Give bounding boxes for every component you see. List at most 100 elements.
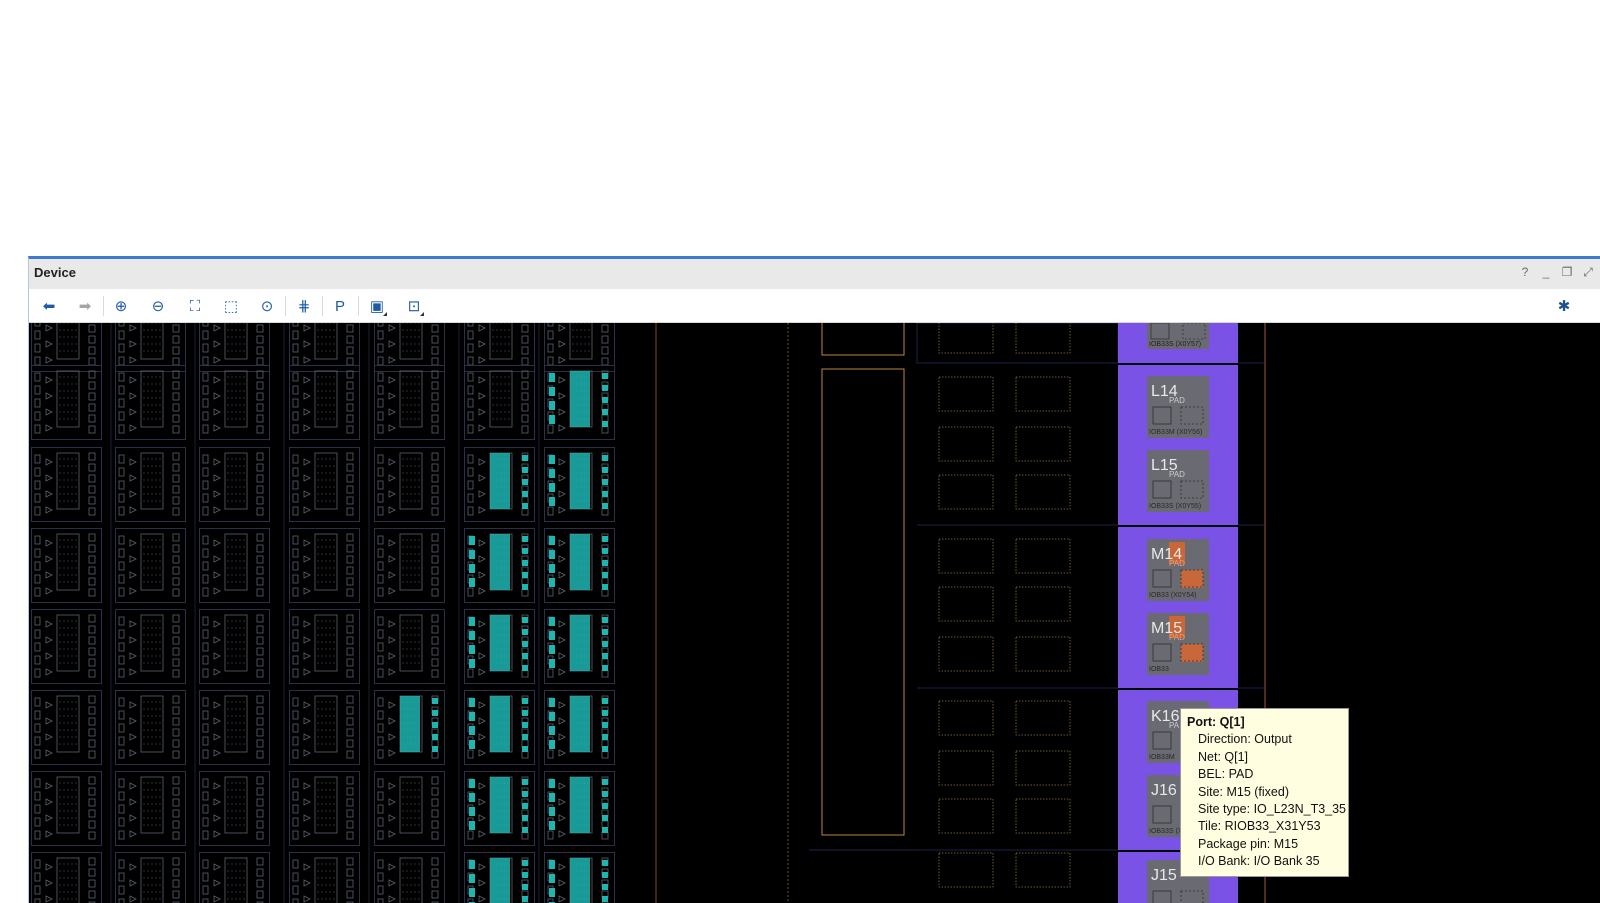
maximize-icon[interactable]: ⤢ <box>1581 265 1595 280</box>
clb-tile <box>200 691 270 765</box>
dsp-slice <box>939 323 993 353</box>
clb-tile <box>375 772 445 846</box>
clb-tile <box>545 323 615 372</box>
io-site-label: IOB33 <box>1149 666 1169 673</box>
io-tile-l15: L15PADIOB33S (X0Y55) <box>1147 450 1209 512</box>
dsp-slice <box>1016 323 1070 353</box>
dsp-slice <box>939 427 993 461</box>
box-select-icon: ▣ <box>370 297 384 315</box>
forward-button[interactable]: ➡ <box>72 294 98 318</box>
create-pblock-button[interactable]: P <box>327 294 353 318</box>
zoom-selected-icon: ⬚ <box>224 297 238 315</box>
clb-tile <box>465 323 535 372</box>
clb-tile <box>290 772 360 846</box>
dsp-slice <box>939 853 993 887</box>
io-site-label: IOB33S (X0Y55) <box>1149 503 1201 510</box>
dsp-slice <box>939 539 993 573</box>
clb-tile <box>32 366 102 440</box>
clb-tile <box>545 366 615 440</box>
restore-icon[interactable]: ❐ <box>1560 265 1574 280</box>
device-canvas[interactable]: IOB33S (X0Y57)L14PADIOB33M (X0Y56)L15PAD… <box>29 323 1600 903</box>
dsp-slice <box>939 475 993 509</box>
clb-tile <box>116 323 186 372</box>
dsp-slice <box>1016 751 1070 785</box>
clb-tile <box>200 772 270 846</box>
help-icon[interactable]: ? <box>1518 265 1532 280</box>
device-view-options-button[interactable]: ▣ <box>364 294 390 318</box>
clb-tile <box>375 323 445 372</box>
toolbar-separator <box>322 296 323 316</box>
clb-tile <box>200 448 270 522</box>
dsp-slice <box>1016 701 1070 735</box>
clb-tile <box>116 610 186 684</box>
zoom-selected-button[interactable]: ⬚ <box>218 294 244 318</box>
io-bel-label: PAD <box>1169 559 1185 568</box>
clb-tile <box>116 691 186 765</box>
tooltip-line: Net: Q[1] <box>1187 749 1342 766</box>
clb-tile <box>116 366 186 440</box>
toolbar-separator <box>285 296 286 316</box>
dsp-slice <box>1016 377 1070 411</box>
gear-icon: ✱ <box>1558 297 1571 315</box>
clb-tile <box>200 323 270 372</box>
clb-tile <box>545 448 615 522</box>
buffer-bel-highlight <box>1181 570 1203 588</box>
clb-tile <box>290 853 360 903</box>
tooltip-line: Site type: IO_L23N_T3_35 <box>1187 801 1342 818</box>
clb-tile <box>375 529 445 603</box>
crosshair-icon: ⊙ <box>261 297 274 315</box>
clb-tile <box>290 448 360 522</box>
toolbar-separator <box>103 296 104 316</box>
zoom-out-button[interactable]: ⊖ <box>145 294 171 318</box>
clb-tile <box>32 448 102 522</box>
clb-tile <box>200 610 270 684</box>
dsp-slice <box>1016 475 1070 509</box>
tooltip-line: I/O Bank: I/O Bank 35 <box>1187 853 1342 870</box>
tooltip-line: Tile: RIOB33_X31Y53 <box>1187 818 1342 835</box>
clb-tile <box>375 691 445 765</box>
clb-tile <box>290 323 360 372</box>
io-pin-label: J16 <box>1151 782 1177 799</box>
clb-tile <box>375 448 445 522</box>
arrow-left-icon: ⬅ <box>43 297 56 315</box>
clb-tile <box>290 691 360 765</box>
zoom-out-icon: ⊖ <box>152 297 165 315</box>
dsp-slice <box>939 701 993 735</box>
dsp-slice <box>1016 539 1070 573</box>
clb-tile <box>545 691 615 765</box>
minimize-icon[interactable]: _ <box>1539 265 1553 280</box>
clb-tile <box>290 610 360 684</box>
dsp-slice <box>1016 799 1070 833</box>
zoom-in-button[interactable]: ⊕ <box>108 294 134 318</box>
clb-tile <box>200 529 270 603</box>
show-connections-button[interactable]: ⊡ <box>401 294 427 318</box>
device-toolbar: ⬅ ➡ ⊕ ⊖ ⛶ ⬚ ⊙ ⋕ P ▣ ⊡ ✱ <box>29 289 1600 323</box>
device-window: Device ?_❐⤢ ⬅➡⊕⊖⛶⬚⊙⋕P▣⊡✱ IOB33S (X0Y57)L… <box>28 256 1600 903</box>
zoom-in-icon: ⊕ <box>115 297 128 315</box>
clb-tile <box>465 448 535 522</box>
io-bank-divider <box>1118 363 1238 365</box>
back-button[interactable]: ⬅ <box>36 294 62 318</box>
dropdown-arrow-icon <box>420 312 424 316</box>
zoom-fit-button[interactable]: ⛶ <box>182 294 208 318</box>
io-bel-label: PAD <box>1169 470 1185 479</box>
routing-resources-button[interactable]: ⋕ <box>291 294 317 318</box>
clb-tile <box>290 366 360 440</box>
clb-tile <box>32 529 102 603</box>
io-bank-divider <box>1118 688 1238 690</box>
clb-tile <box>32 610 102 684</box>
clb-tile <box>116 448 186 522</box>
device-view-svg[interactable]: IOB33S (X0Y57)L14PADIOB33M (X0Y56)L15PAD… <box>29 323 1600 903</box>
dsp-slice <box>1016 853 1070 887</box>
bram-tile <box>822 323 904 355</box>
autofit-selection-button[interactable]: ⊙ <box>254 294 280 318</box>
clb-tile <box>545 610 615 684</box>
clb-tile <box>32 323 102 372</box>
clb-tile <box>465 366 535 440</box>
settings-button[interactable]: ✱ <box>1551 294 1577 318</box>
window-title: Device <box>34 265 76 280</box>
clb-tile <box>200 853 270 903</box>
clb-tile <box>200 366 270 440</box>
clb-tile <box>375 610 445 684</box>
io-pin-label: J15 <box>1151 867 1177 884</box>
